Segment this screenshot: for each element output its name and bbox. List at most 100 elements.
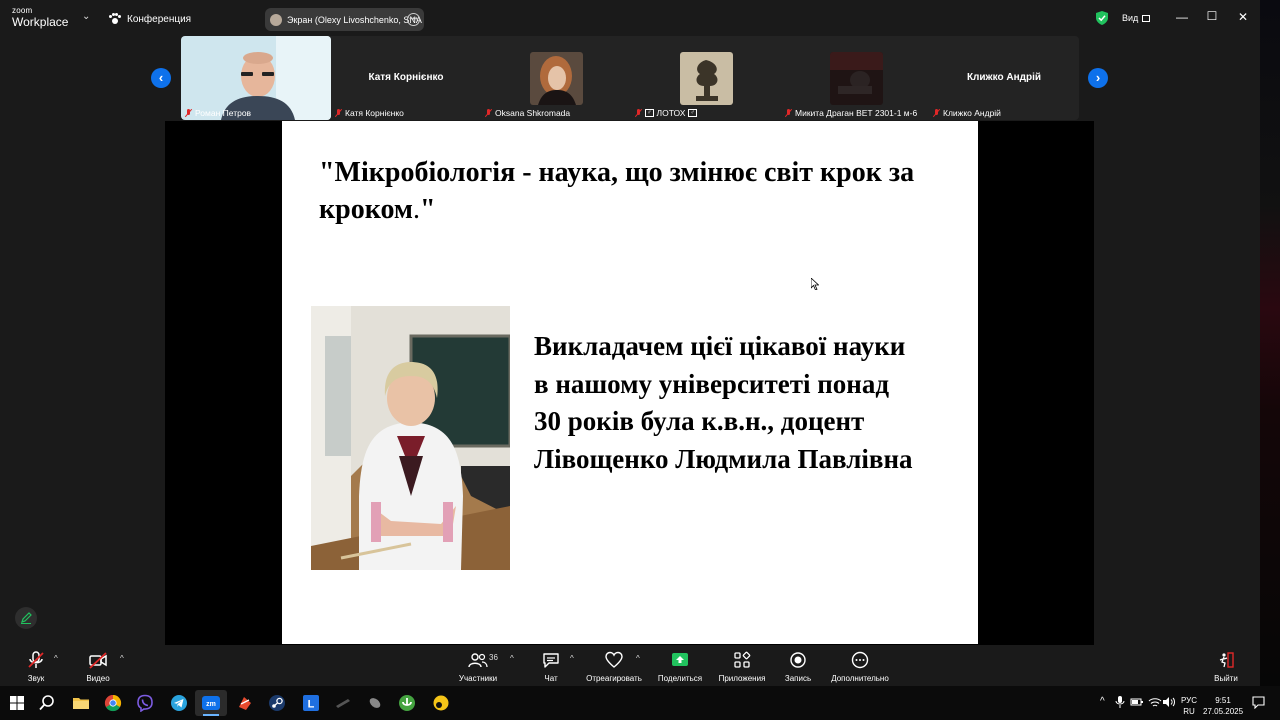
participant-tile[interactable]: Микита Драган ВЕТ 2301-1 м-6: [781, 36, 931, 120]
windows-taskbar: zm L ^ РУС RU 9:51 27.05.2025: [0, 686, 1280, 720]
share-screen-icon: [672, 653, 688, 666]
emoji-icon: ♂: [645, 109, 654, 117]
apps-button[interactable]: Приложения: [716, 650, 768, 683]
participant-tile[interactable]: Oksana Shkromada: [481, 36, 631, 120]
more-icon: [851, 651, 869, 669]
app-icon[interactable]: [236, 694, 254, 712]
search-icon[interactable]: [38, 694, 56, 712]
audio-button[interactable]: Звук: [22, 650, 50, 683]
participant-caption: Oksana Shkromada: [485, 108, 570, 118]
participants-options-caret[interactable]: ^: [510, 654, 514, 663]
heart-icon: [605, 651, 623, 668]
mic-muted-icon: [28, 651, 44, 668]
battery-icon[interactable]: [1130, 696, 1144, 708]
react-options-caret[interactable]: ^: [636, 654, 640, 663]
prev-page-button[interactable]: ‹: [151, 68, 171, 88]
svg-text:zm: zm: [206, 701, 216, 708]
participants-count: 36: [489, 653, 498, 662]
leave-button[interactable]: Выйти: [1212, 650, 1240, 683]
participant-strip: Роман Петров Катя Корнієнко Катя Корнієн…: [181, 36, 1079, 120]
slide-body: Викладачем цієї цікавої науки в нашому у…: [534, 331, 913, 474]
react-button[interactable]: Отреагировать: [585, 650, 643, 683]
zoom-app-icon: zm: [202, 696, 220, 710]
record-button[interactable]: Запись: [782, 650, 814, 683]
screen-share-indicator[interactable]: Экран (Olexy Livoshchenko, SNA •••: [265, 8, 424, 31]
chrome-icon[interactable]: [104, 694, 122, 712]
avatar: [680, 52, 733, 105]
share-button[interactable]: Поделиться: [656, 650, 704, 683]
chevron-down-icon[interactable]: ⌄: [82, 11, 90, 22]
app-icon[interactable]: [366, 694, 384, 712]
file-explorer-icon[interactable]: [72, 694, 90, 712]
presentation-slide: "Мікробіологія - наука, що змінює світ к…: [282, 121, 978, 644]
participant-caption: Микита Драган ВЕТ 2301-1 м-6: [785, 108, 917, 118]
launcher-icon[interactable]: L: [302, 694, 320, 712]
leave-icon: [1219, 652, 1234, 668]
participant-tile[interactable]: Роман Петров: [181, 36, 331, 120]
participant-caption: Роман Петров: [185, 108, 251, 118]
video-options-caret[interactable]: ^: [120, 654, 124, 663]
view-button[interactable]: Вид: [1122, 13, 1151, 23]
paw-icon: [109, 13, 121, 25]
shield-icon[interactable]: [1096, 11, 1108, 25]
participant-tile[interactable]: Катя Корнієнко Катя Корнієнко: [331, 36, 481, 120]
participant-tile[interactable]: ♂ ЛОТОХ ♂: [631, 36, 781, 120]
zoom-window: zoom Workplace ⌄ Конференция Экран (Olex…: [0, 0, 1260, 686]
mouse-cursor-icon: [811, 278, 819, 290]
viber-icon[interactable]: [136, 694, 154, 712]
more-button[interactable]: Дополнительно: [828, 650, 892, 683]
chat-button[interactable]: Чат: [539, 650, 563, 683]
microphone-icon[interactable]: [1114, 695, 1126, 709]
pencil-icon: [21, 612, 32, 624]
wifi-icon[interactable]: [1148, 696, 1162, 708]
title-bar: zoom Workplace ⌄ Конференция Экран (Olex…: [0, 0, 1260, 36]
torrent-icon[interactable]: [398, 694, 416, 712]
screen-share-label: Экран (Olexy Livoshchenko, SNA: [287, 14, 422, 25]
meeting-label: Конференция: [127, 13, 192, 25]
apps-icon: [734, 651, 751, 668]
svg-text:L: L: [308, 699, 315, 711]
clock[interactable]: 9:51 27.05.2025: [1203, 695, 1243, 717]
app-icon[interactable]: [432, 694, 450, 712]
video-button[interactable]: Видео: [84, 650, 112, 683]
participant-caption: Клижко Андрій: [933, 108, 1001, 118]
mic-muted-icon: [485, 109, 492, 117]
app-icon[interactable]: [334, 694, 352, 712]
tray-expand-icon[interactable]: ^: [1100, 696, 1105, 707]
participants-icon: [468, 653, 488, 668]
participant-caption: Катя Корнієнко: [335, 108, 404, 118]
language-indicator[interactable]: РУС RU: [1181, 695, 1197, 717]
chat-options-caret[interactable]: ^: [570, 654, 574, 663]
close-button[interactable]: ✕: [1235, 10, 1251, 24]
steam-icon[interactable]: [268, 694, 286, 712]
maximize-button[interactable]: ☐: [1204, 9, 1220, 23]
notification-icon[interactable]: [1252, 696, 1265, 709]
mic-muted-icon: [635, 109, 642, 117]
mic-muted-icon: [185, 109, 192, 117]
view-label: Вид: [1122, 13, 1139, 23]
logo-top: zoom: [12, 6, 33, 15]
zoom-taskbar-button[interactable]: zm: [195, 690, 227, 716]
grid-icon: [1142, 14, 1151, 22]
mic-muted-icon: [933, 109, 940, 117]
record-icon: [790, 652, 806, 668]
telegram-icon[interactable]: [170, 694, 188, 712]
emoji-icon: ♂: [688, 109, 697, 117]
participant-tile[interactable]: Клижко Андрій Клижко Андрій: [929, 36, 1079, 120]
audio-options-caret[interactable]: ^: [54, 654, 58, 663]
participant-display-name: Клижко Андрій: [966, 72, 1042, 83]
participant-display-name: Катя Корнієнко: [368, 72, 444, 83]
desktop-background: [1260, 0, 1280, 686]
meeting-info-button[interactable]: Конференция: [109, 13, 191, 25]
volume-icon[interactable]: [1162, 696, 1176, 708]
lecturer-photo: [311, 306, 510, 570]
slide-title: "Мікробіологія - наука, що змінює світ к…: [319, 157, 915, 225]
avatar: [270, 13, 282, 26]
minimize-button[interactable]: —: [1174, 10, 1190, 24]
windows-start-icon[interactable]: [8, 694, 26, 712]
more-options-icon[interactable]: •••: [407, 13, 420, 26]
mic-muted-icon: [785, 109, 792, 117]
annotate-button[interactable]: [15, 607, 37, 629]
next-page-button[interactable]: ›: [1088, 68, 1108, 88]
video-off-icon: [89, 652, 107, 669]
